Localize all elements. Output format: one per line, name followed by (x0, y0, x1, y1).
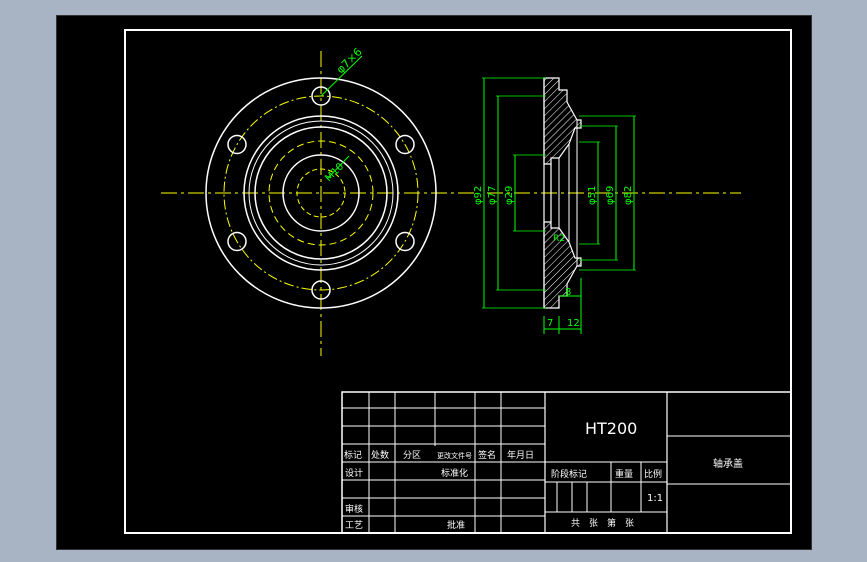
role-process: 工艺 (345, 520, 363, 531)
front-view: φ7×6 M10 (161, 45, 477, 356)
dia-dim-label-5: φ69 (605, 186, 616, 205)
title-block: HT200 轴承盖 标记 处数 分区 更改文件号 签名 年月日 设计 标准化 审… (341, 391, 792, 534)
section-upper-hatch (543, 77, 582, 165)
material-text: HT200 (585, 419, 637, 438)
sheets-text: 共 张 第 张 (571, 517, 634, 529)
part-name: 轴承盖 (713, 457, 743, 470)
dia-dim-label-2: φ77 (487, 186, 498, 205)
thread-callout-text: M10 (323, 161, 346, 184)
scale-value: 1:1 (647, 493, 663, 504)
hole-callout-text: φ7×6 (334, 45, 365, 76)
rev-header-sign: 签名 (478, 449, 496, 461)
radius-dim: R2 (553, 234, 565, 244)
role-review: 审核 (345, 503, 363, 515)
dia-dim-label-6: φ82 (623, 186, 634, 205)
section-view: φ92 φ77 φ29 φ51 φ69 φ82 7 12 8 R2 (473, 77, 741, 334)
weight-label: 重量 (615, 468, 633, 480)
bolt-hole-2 (395, 134, 415, 155)
width-dim-2: 12 (567, 318, 580, 329)
rev-header-date: 年月日 (507, 449, 534, 461)
approve-label: 批准 (447, 519, 465, 531)
dia-dim-label-1: φ92 (473, 186, 484, 205)
rev-header-zone: 分区 (403, 450, 421, 461)
width-dim-1: 7 (547, 318, 553, 329)
scale-label: 比例 (644, 468, 662, 480)
drawing-sheet: φ7×6 M10 φ92 φ77 φ29 φ51 φ69 φ82 7 12 8 … (124, 29, 792, 534)
rev-header-docno: 更改文件号 (437, 451, 472, 460)
rev-header-count: 处数 (371, 449, 389, 461)
std-label: 标准化 (441, 467, 468, 479)
rev-header-mark: 标记 (344, 449, 362, 461)
stage-label: 阶段标记 (551, 468, 587, 480)
cad-viewport[interactable]: φ7×6 M10 φ92 φ77 φ29 φ51 φ69 φ82 7 12 8 … (56, 15, 812, 550)
role-design: 设计 (345, 467, 363, 479)
width-dim-3: 8 (565, 287, 571, 298)
dia-dim-label-3: φ29 (504, 186, 515, 205)
dia-dim-label-4: φ51 (587, 186, 598, 205)
